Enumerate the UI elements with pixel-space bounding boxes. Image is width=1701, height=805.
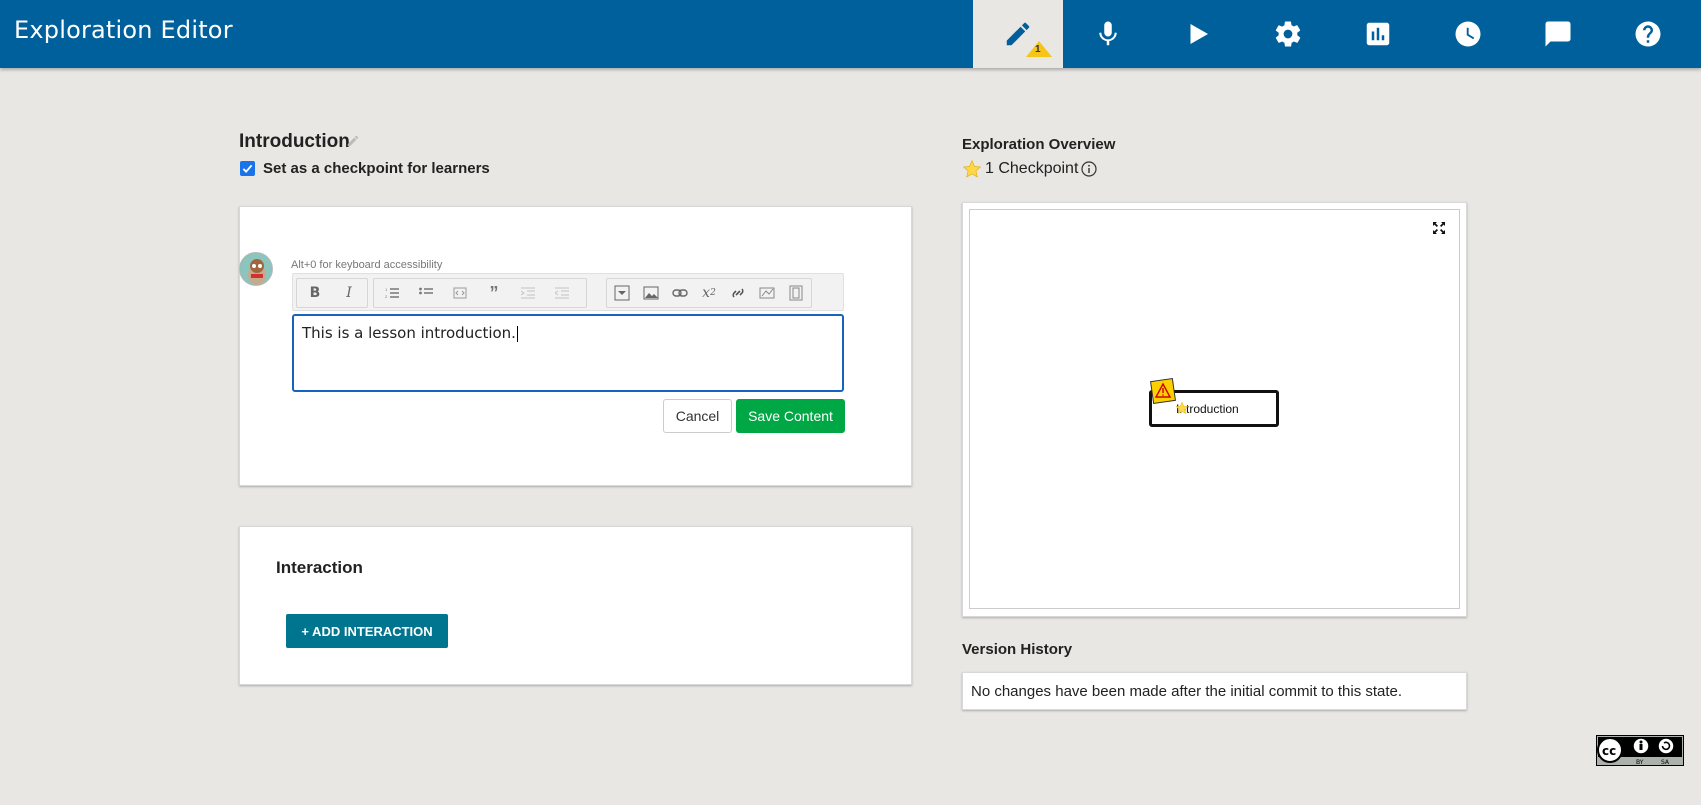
code-block-button[interactable] <box>446 279 474 307</box>
play-icon <box>1190 24 1208 44</box>
content-editor-input[interactable]: This is a lesson introduction. <box>292 314 844 392</box>
interaction-card <box>239 526 912 685</box>
checkpoint-checkbox[interactable] <box>240 161 255 176</box>
outdent-icon <box>555 287 569 299</box>
nav-statistics-tab[interactable] <box>1333 0 1423 68</box>
comment-icon <box>1545 21 1571 47</box>
image-button[interactable] <box>637 279 665 307</box>
text-caret <box>516 325 518 342</box>
toolbar-group-format: 12 ” <box>373 278 587 308</box>
bulleted-list-button[interactable] <box>412 279 440 307</box>
save-content-button[interactable]: Save Content <box>736 399 845 433</box>
italic-button[interactable]: I <box>335 279 363 307</box>
editor-accessibility-hint: Alt+0 for keyboard accessibility <box>291 259 443 271</box>
bold-button[interactable]: B <box>301 279 329 307</box>
exploration-overview-title: Exploration Overview <box>962 136 1116 153</box>
microphone-icon <box>1099 21 1117 46</box>
math-button[interactable]: x2 <box>695 279 723 307</box>
indent-icon <box>521 287 535 299</box>
nav-translation-tab[interactable] <box>1063 0 1153 68</box>
nav-history-tab[interactable] <box>1423 0 1513 68</box>
numbered-list-icon: 12 <box>385 287 399 299</box>
drawing-icon <box>759 287 775 299</box>
edit-state-name-icon[interactable] <box>346 134 360 148</box>
version-history-title: Version History <box>962 641 1073 658</box>
avatar <box>239 252 273 286</box>
add-interaction-button[interactable]: + ADD INTERACTION <box>286 614 448 648</box>
checkpoint-star-icon <box>1175 401 1189 415</box>
checkpoint-summary: 1 Checkpoint <box>962 159 1097 179</box>
checkpoint-label: Set as a checkpoint for learners <box>263 160 490 177</box>
video-button[interactable] <box>782 279 810 307</box>
version-history-message: No changes have been made after the init… <box>971 683 1403 700</box>
link-button[interactable] <box>666 279 694 307</box>
film-icon <box>789 285 803 301</box>
svg-text:BY: BY <box>1636 759 1644 766</box>
warning-count: 1 <box>1035 44 1041 55</box>
editor-text: This is a lesson introduction. <box>302 324 516 342</box>
collapsible-icon <box>614 285 630 301</box>
collapsible-button[interactable] <box>608 279 636 307</box>
svg-editor-button[interactable] <box>753 279 781 307</box>
warning-icon <box>1150 378 1176 404</box>
bar-chart-icon <box>1366 22 1390 46</box>
cc-by-sa-license-icon[interactable]: cc BY SA <box>1596 735 1684 766</box>
svg-text:2: 2 <box>385 294 388 299</box>
nav-help-tab[interactable] <box>1603 0 1693 68</box>
check-icon <box>242 164 253 174</box>
rich-text-toolbar: B I 12 ” x2 <box>292 273 844 311</box>
star-icon <box>962 159 982 178</box>
image-icon <box>643 286 659 300</box>
clock-icon <box>1455 21 1481 47</box>
svg-text:cc: cc <box>1602 744 1616 758</box>
numbered-list-button[interactable]: 12 <box>378 279 406 307</box>
top-navbar: Exploration Editor 1 <box>0 0 1701 68</box>
info-icon[interactable] <box>1081 161 1097 177</box>
blockquote-button[interactable]: ” <box>480 279 508 307</box>
code-icon <box>453 287 467 299</box>
state-title: Introduction <box>239 131 350 152</box>
concept-card-icon <box>732 288 744 298</box>
help-icon <box>1635 21 1661 47</box>
page-title: Exploration Editor <box>14 16 233 44</box>
outdent-button[interactable] <box>548 279 576 307</box>
bulleted-list-icon <box>419 287 433 295</box>
interaction-title: Interaction <box>276 558 363 577</box>
cancel-button[interactable]: Cancel <box>663 399 732 433</box>
link-icon <box>672 289 688 297</box>
svg-text:SA: SA <box>1661 759 1670 766</box>
version-history-card: No changes have been made after the init… <box>962 672 1467 710</box>
toolbar-group-basic: B I <box>296 278 368 308</box>
checkpoint-count-text: 1 Checkpoint <box>985 160 1079 177</box>
skill-review-button[interactable] <box>724 279 752 307</box>
svg-text:1: 1 <box>385 287 388 292</box>
gear-icon <box>1275 21 1301 47</box>
indent-button[interactable] <box>514 279 542 307</box>
nav-settings-tab[interactable] <box>1243 0 1333 68</box>
nav-preview-tab[interactable] <box>1153 0 1243 68</box>
toolbar-group-components: x2 <box>606 278 812 308</box>
expand-icon[interactable] <box>1432 221 1446 235</box>
nav-feedback-tab[interactable] <box>1513 0 1603 68</box>
nav-editor-tab[interactable]: 1 <box>973 0 1063 68</box>
